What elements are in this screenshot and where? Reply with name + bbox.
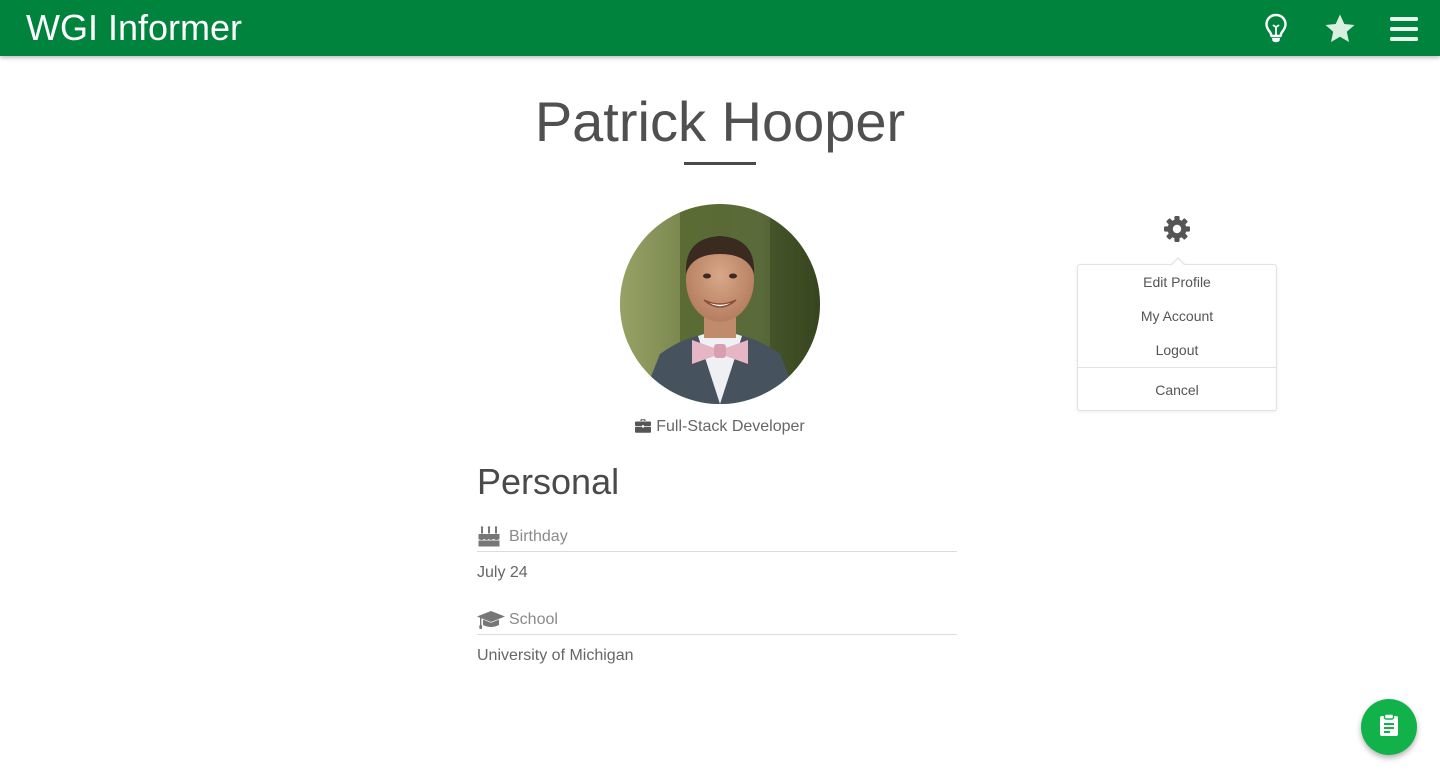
menu-item-cancel[interactable]: Cancel [1078, 373, 1276, 407]
menu-item-logout[interactable]: Logout [1078, 333, 1276, 367]
name-underline-divider [684, 162, 756, 165]
avatar [620, 204, 820, 404]
gear-icon[interactable] [1162, 214, 1192, 244]
top-app-bar: WGI Informer [0, 0, 1440, 56]
star-icon[interactable] [1323, 12, 1357, 46]
menu-caret-fill [1171, 259, 1185, 266]
school-label-row: School [477, 608, 957, 635]
hamburger-menu-icon[interactable] [1387, 12, 1421, 46]
job-title-line: Full-Stack Developer [0, 416, 1440, 440]
birthday-label: Birthday [509, 528, 568, 545]
graduation-cap-icon [477, 608, 505, 632]
lightbulb-icon[interactable] [1259, 12, 1293, 46]
personal-section-title: Personal [477, 461, 620, 502]
profile-name: Patrick Hooper [534, 90, 906, 153]
school-label: School [509, 611, 558, 628]
job-title: Full-Stack Developer [656, 418, 805, 435]
menu-item-my-account[interactable]: My Account [1078, 299, 1276, 333]
clipboard-fab-button[interactable] [1361, 699, 1417, 755]
birthday-cake-icon [477, 525, 501, 549]
menu-divider [1078, 367, 1276, 368]
app-title[interactable]: WGI Informer [26, 8, 242, 48]
school-value: University of Michigan [477, 647, 634, 664]
briefcase-icon [635, 418, 652, 440]
settings-dropdown-menu: Edit Profile My Account Logout Cancel [1077, 264, 1277, 411]
birthday-value: July 24 [477, 564, 528, 581]
birthday-label-row: Birthday [477, 525, 957, 552]
menu-item-edit-profile[interactable]: Edit Profile [1078, 265, 1276, 299]
clipboard-icon [1378, 712, 1400, 742]
